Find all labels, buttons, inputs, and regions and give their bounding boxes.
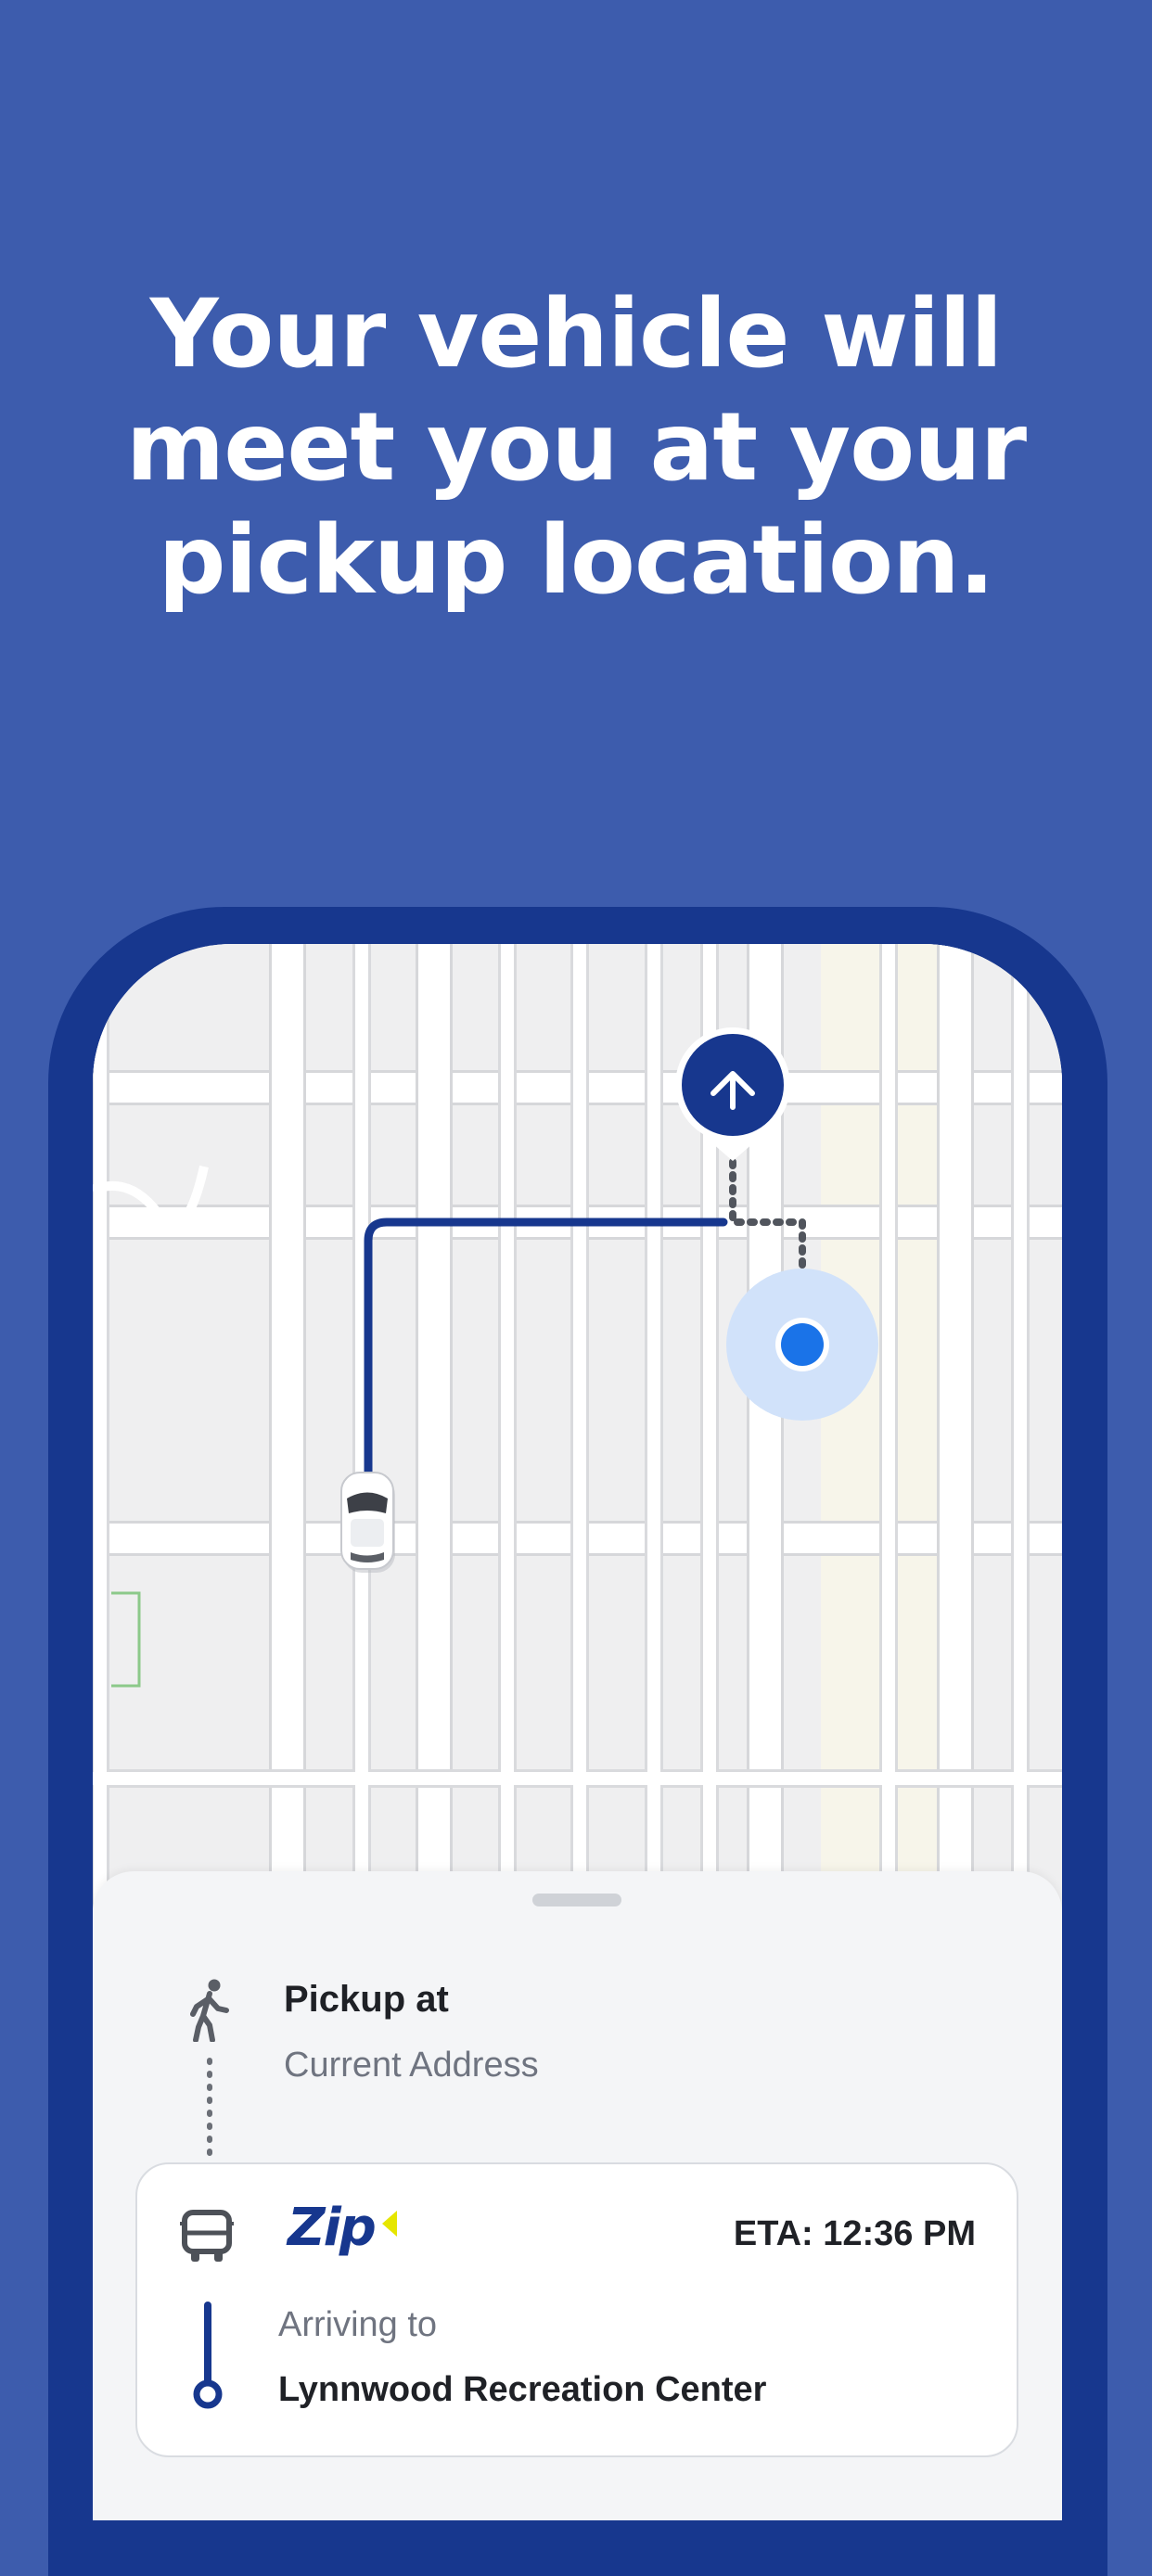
- eta-text: ETA: 12:36 PM: [733, 2214, 976, 2253]
- destination-name: Lynnwood Recreation Center: [278, 2370, 767, 2409]
- headline-line-2: meet you at your: [125, 392, 1027, 503]
- ride-card[interactable]: Zip ETA: 12:36 PM Arriving to Lynnwood R…: [135, 2162, 1018, 2457]
- brand-chevron-icon: [382, 2211, 398, 2237]
- arriving-label: Arriving to: [278, 2305, 438, 2344]
- brand-name: Zip: [288, 2198, 377, 2258]
- zip-logo: Zip: [288, 2198, 399, 2263]
- route-line-icon: [193, 2302, 223, 2409]
- pickup-connector-dots: [207, 2058, 212, 2158]
- bus-icon: [180, 2210, 234, 2262]
- car-icon: [340, 1472, 395, 1573]
- headline-line-3: pickup location.: [158, 505, 995, 616]
- headline: Your vehicle will meet you at your picku…: [0, 278, 1152, 618]
- headline-line-1: Your vehicle will: [149, 279, 1003, 389]
- walking-person-icon: [190, 1979, 229, 2042]
- trip-sheet: Pickup at Current Address Zip ETA: 12:36…: [93, 1871, 1062, 2520]
- pickup-title: Pickup at: [284, 1979, 449, 2020]
- phone-screen: Pickup at Current Address Zip ETA: 12:36…: [93, 944, 1062, 2520]
- pickup-address[interactable]: Current Address: [284, 2046, 539, 2085]
- map[interactable]: [93, 944, 1062, 1908]
- sheet-drag-handle[interactable]: [532, 1894, 621, 1906]
